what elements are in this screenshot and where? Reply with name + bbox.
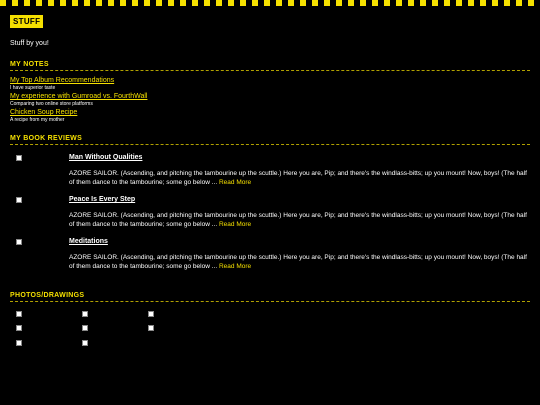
review-excerpt: AZORE SAILOR. (Ascending, and pitching t… [69, 253, 529, 271]
photo-thumbnail[interactable] [148, 311, 154, 317]
book-cover-image[interactable] [16, 155, 22, 161]
photo-thumbnail[interactable] [16, 325, 22, 331]
note-description: I have superior taste [10, 85, 56, 91]
photo-thumbnail[interactable] [82, 325, 88, 331]
photo-thumbnail[interactable] [82, 311, 88, 317]
photo-thumbnail[interactable] [148, 325, 154, 331]
tagline: Stuff by you! [10, 40, 49, 47]
read-more-link[interactable]: Read More [219, 179, 251, 186]
review-excerpt: AZORE SAILOR. (Ascending, and pitching t… [69, 169, 529, 187]
book-cover-image[interactable] [16, 197, 22, 203]
review-excerpt-text: AZORE SAILOR. (Ascending, and pitching t… [69, 170, 527, 186]
photo-thumbnail[interactable] [16, 311, 22, 317]
review-title[interactable]: Peace Is Every Step [69, 196, 135, 203]
note-description: Comparing two online store platforms [10, 101, 93, 107]
review-excerpt: AZORE SAILOR. (Ascending, and pitching t… [69, 211, 529, 229]
note-link[interactable]: My experience with Gumroad vs. FourthWal… [10, 93, 147, 101]
note-description: A recipe from my mother [10, 117, 65, 123]
note-link[interactable]: Chicken Soup Recipe [10, 109, 147, 117]
reviews-heading: MY BOOK REVIEWS [10, 135, 530, 145]
notes-list: My Top Album Recommendations I have supe… [10, 77, 147, 125]
top-stripe-decoration [0, 0, 540, 6]
note-link[interactable]: My Top Album Recommendations [10, 77, 147, 85]
read-more-link[interactable]: Read More [219, 263, 251, 270]
photos-heading: PHOTOS/DRAWINGS [10, 292, 530, 302]
photo-thumbnail[interactable] [82, 340, 88, 346]
notes-heading: MY NOTES [10, 61, 530, 71]
photo-thumbnail[interactable] [16, 340, 22, 346]
book-cover-image[interactable] [16, 239, 22, 245]
review-title[interactable]: Meditations [69, 238, 108, 245]
read-more-link[interactable]: Read More [219, 221, 251, 228]
site-logo[interactable]: STUFF [10, 15, 44, 28]
review-excerpt-text: AZORE SAILOR. (Ascending, and pitching t… [69, 212, 527, 228]
review-title[interactable]: Man Without Qualities [69, 154, 142, 161]
review-excerpt-text: AZORE SAILOR. (Ascending, and pitching t… [69, 254, 527, 270]
